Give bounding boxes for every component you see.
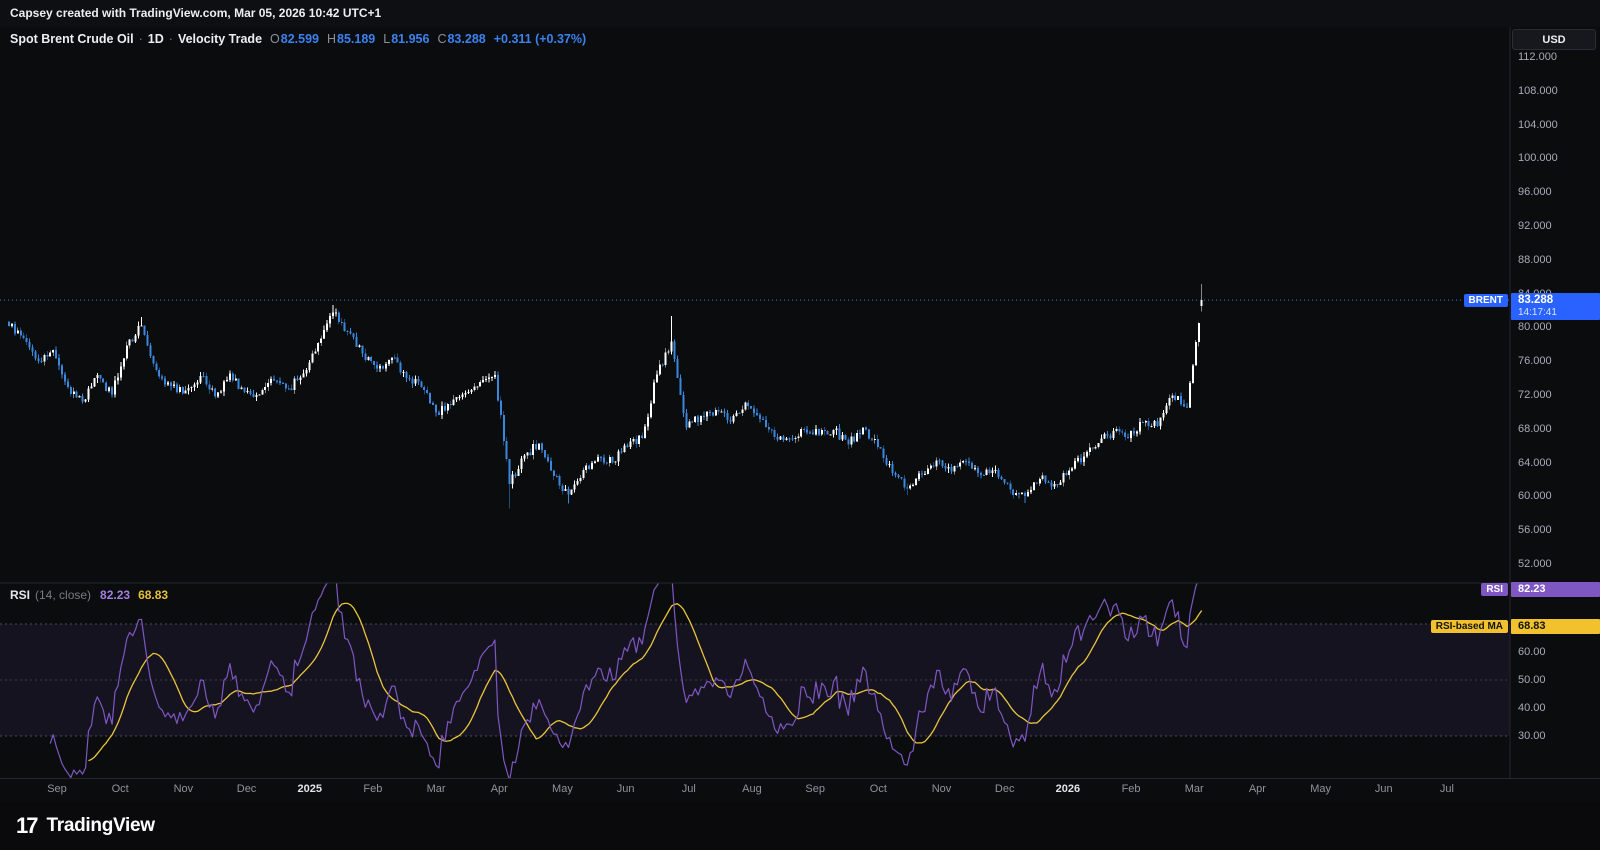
tradingview-logo-text: TradingView — [46, 814, 155, 836]
close-label: C — [437, 32, 447, 46]
month-label: Aug — [742, 783, 762, 795]
rsi-title[interactable]: RSI — [10, 588, 30, 602]
rsi-value-box: 82.23 — [1511, 581, 1600, 597]
month-label: Feb — [363, 783, 383, 795]
tradingview-app: Capsey created with TradingView.com, Mar… — [0, 0, 1600, 850]
rsi-tick-label: 30.00 — [1518, 729, 1546, 742]
open-label: O — [270, 32, 280, 46]
month-label: Nov — [173, 783, 194, 795]
legend-separator: · — [138, 32, 143, 46]
price-tick-label: 96.000 — [1518, 186, 1552, 199]
open-value: 82.599 — [280, 32, 319, 46]
rsi-value: 82.23 — [100, 588, 131, 602]
month-label: Jun — [1374, 783, 1393, 795]
last-price-badge[interactable]: BRENT 83.288 14:17:41 — [1463, 293, 1600, 321]
last-price-box: 83.288 14:17:41 — [1511, 293, 1600, 321]
candles-layer[interactable] — [8, 284, 1203, 509]
month-label: Mar — [426, 783, 446, 795]
legend-separator: · — [168, 32, 173, 46]
high-value: 85.189 — [337, 32, 376, 46]
price-tick-label: 104.000 — [1518, 118, 1558, 131]
month-label: Sep — [805, 783, 825, 795]
rsi-ma-value-box: 68.83 — [1511, 619, 1600, 635]
symbol-legend: Spot Brent Crude Oil · 1D · Velocity Tra… — [10, 32, 586, 46]
year-label: 2026 — [1055, 783, 1081, 795]
rsi-params: (14, close) — [35, 588, 92, 602]
close-value: 83.288 — [447, 32, 486, 46]
symbol-tag: BRENT — [1463, 294, 1508, 308]
month-label: Mar — [1184, 783, 1204, 795]
rsi-tag: RSI — [1481, 582, 1508, 596]
interval-button[interactable]: 1D — [148, 32, 164, 46]
month-label: Apr — [1248, 783, 1266, 795]
symbol-name[interactable]: Spot Brent Crude Oil — [10, 32, 134, 46]
month-label: Apr — [490, 783, 508, 795]
month-label: May — [552, 783, 573, 795]
rsi-ma-value-badge[interactable]: RSI-based MA 68.83 — [1430, 619, 1600, 635]
price-tick-label: 64.000 — [1518, 456, 1552, 469]
high-label: H — [327, 32, 337, 46]
price-tick-label: 72.000 — [1518, 389, 1552, 401]
attribution-text: Capsey created with TradingView.com, Mar… — [10, 6, 382, 20]
month-label: Jul — [681, 783, 696, 795]
attribution-bar: Capsey created with TradingView.com, Mar… — [0, 0, 1600, 27]
rsi-tick-label: 60.00 — [1518, 645, 1546, 658]
price-tick-label: 68.000 — [1518, 422, 1552, 435]
low-label: L — [383, 32, 391, 46]
month-label: Sep — [47, 783, 67, 795]
rsi-ma-tag: RSI-based MA — [1430, 620, 1508, 634]
rsi-indicator-legend: RSI (14, close) 82.23 68.83 — [10, 588, 168, 602]
price-tick-label: 100.000 — [1518, 152, 1558, 165]
currency-toggle-button[interactable]: USD — [1512, 29, 1596, 50]
price-tick-label: 92.000 — [1518, 220, 1552, 232]
month-label: Jun — [616, 783, 635, 795]
month-label: Oct — [111, 783, 129, 795]
rsi-ma-value: 68.83 — [138, 588, 169, 602]
month-label: Jul — [1439, 783, 1454, 795]
rsi-tick-label: 50.00 — [1518, 673, 1546, 686]
month-label: Dec — [994, 783, 1015, 795]
price-tick-label: 88.000 — [1518, 253, 1552, 266]
footer-bar: 17 TradingView — [0, 801, 1600, 850]
bar-countdown: 14:17:41 — [1518, 307, 1557, 319]
price-tick-label: 76.000 — [1518, 355, 1552, 368]
month-label: Oct — [869, 783, 887, 795]
rsi-tick-label: 40.00 — [1518, 701, 1546, 714]
price-tick-label: 108.000 — [1518, 84, 1558, 97]
price-tick-label: 60.000 — [1518, 490, 1552, 503]
year-label: 2025 — [297, 783, 322, 795]
exchange-name[interactable]: Velocity Trade — [178, 32, 262, 46]
chart-canvas[interactable] — [0, 27, 1600, 779]
month-label: May — [1310, 783, 1331, 795]
price-tick-label: 56.000 — [1518, 524, 1552, 537]
month-label: Dec — [236, 783, 257, 795]
tradingview-logo[interactable]: 17 TradingView — [16, 813, 155, 839]
month-label: Nov — [931, 783, 952, 795]
change-value: +0.311 (+0.37%) — [493, 32, 587, 46]
price-tick-label: 52.000 — [1518, 558, 1552, 570]
last-price-value: 83.288 — [1518, 294, 1554, 307]
price-tick-label: 112.000 — [1518, 51, 1557, 63]
rsi-value-badge[interactable]: RSI 82.23 — [1481, 581, 1600, 597]
month-label: Feb — [1121, 783, 1141, 795]
tradingview-logo-mark: 17 — [16, 812, 39, 838]
price-tick-label: 80.000 — [1518, 321, 1552, 334]
low-value: 81.956 — [391, 32, 430, 46]
